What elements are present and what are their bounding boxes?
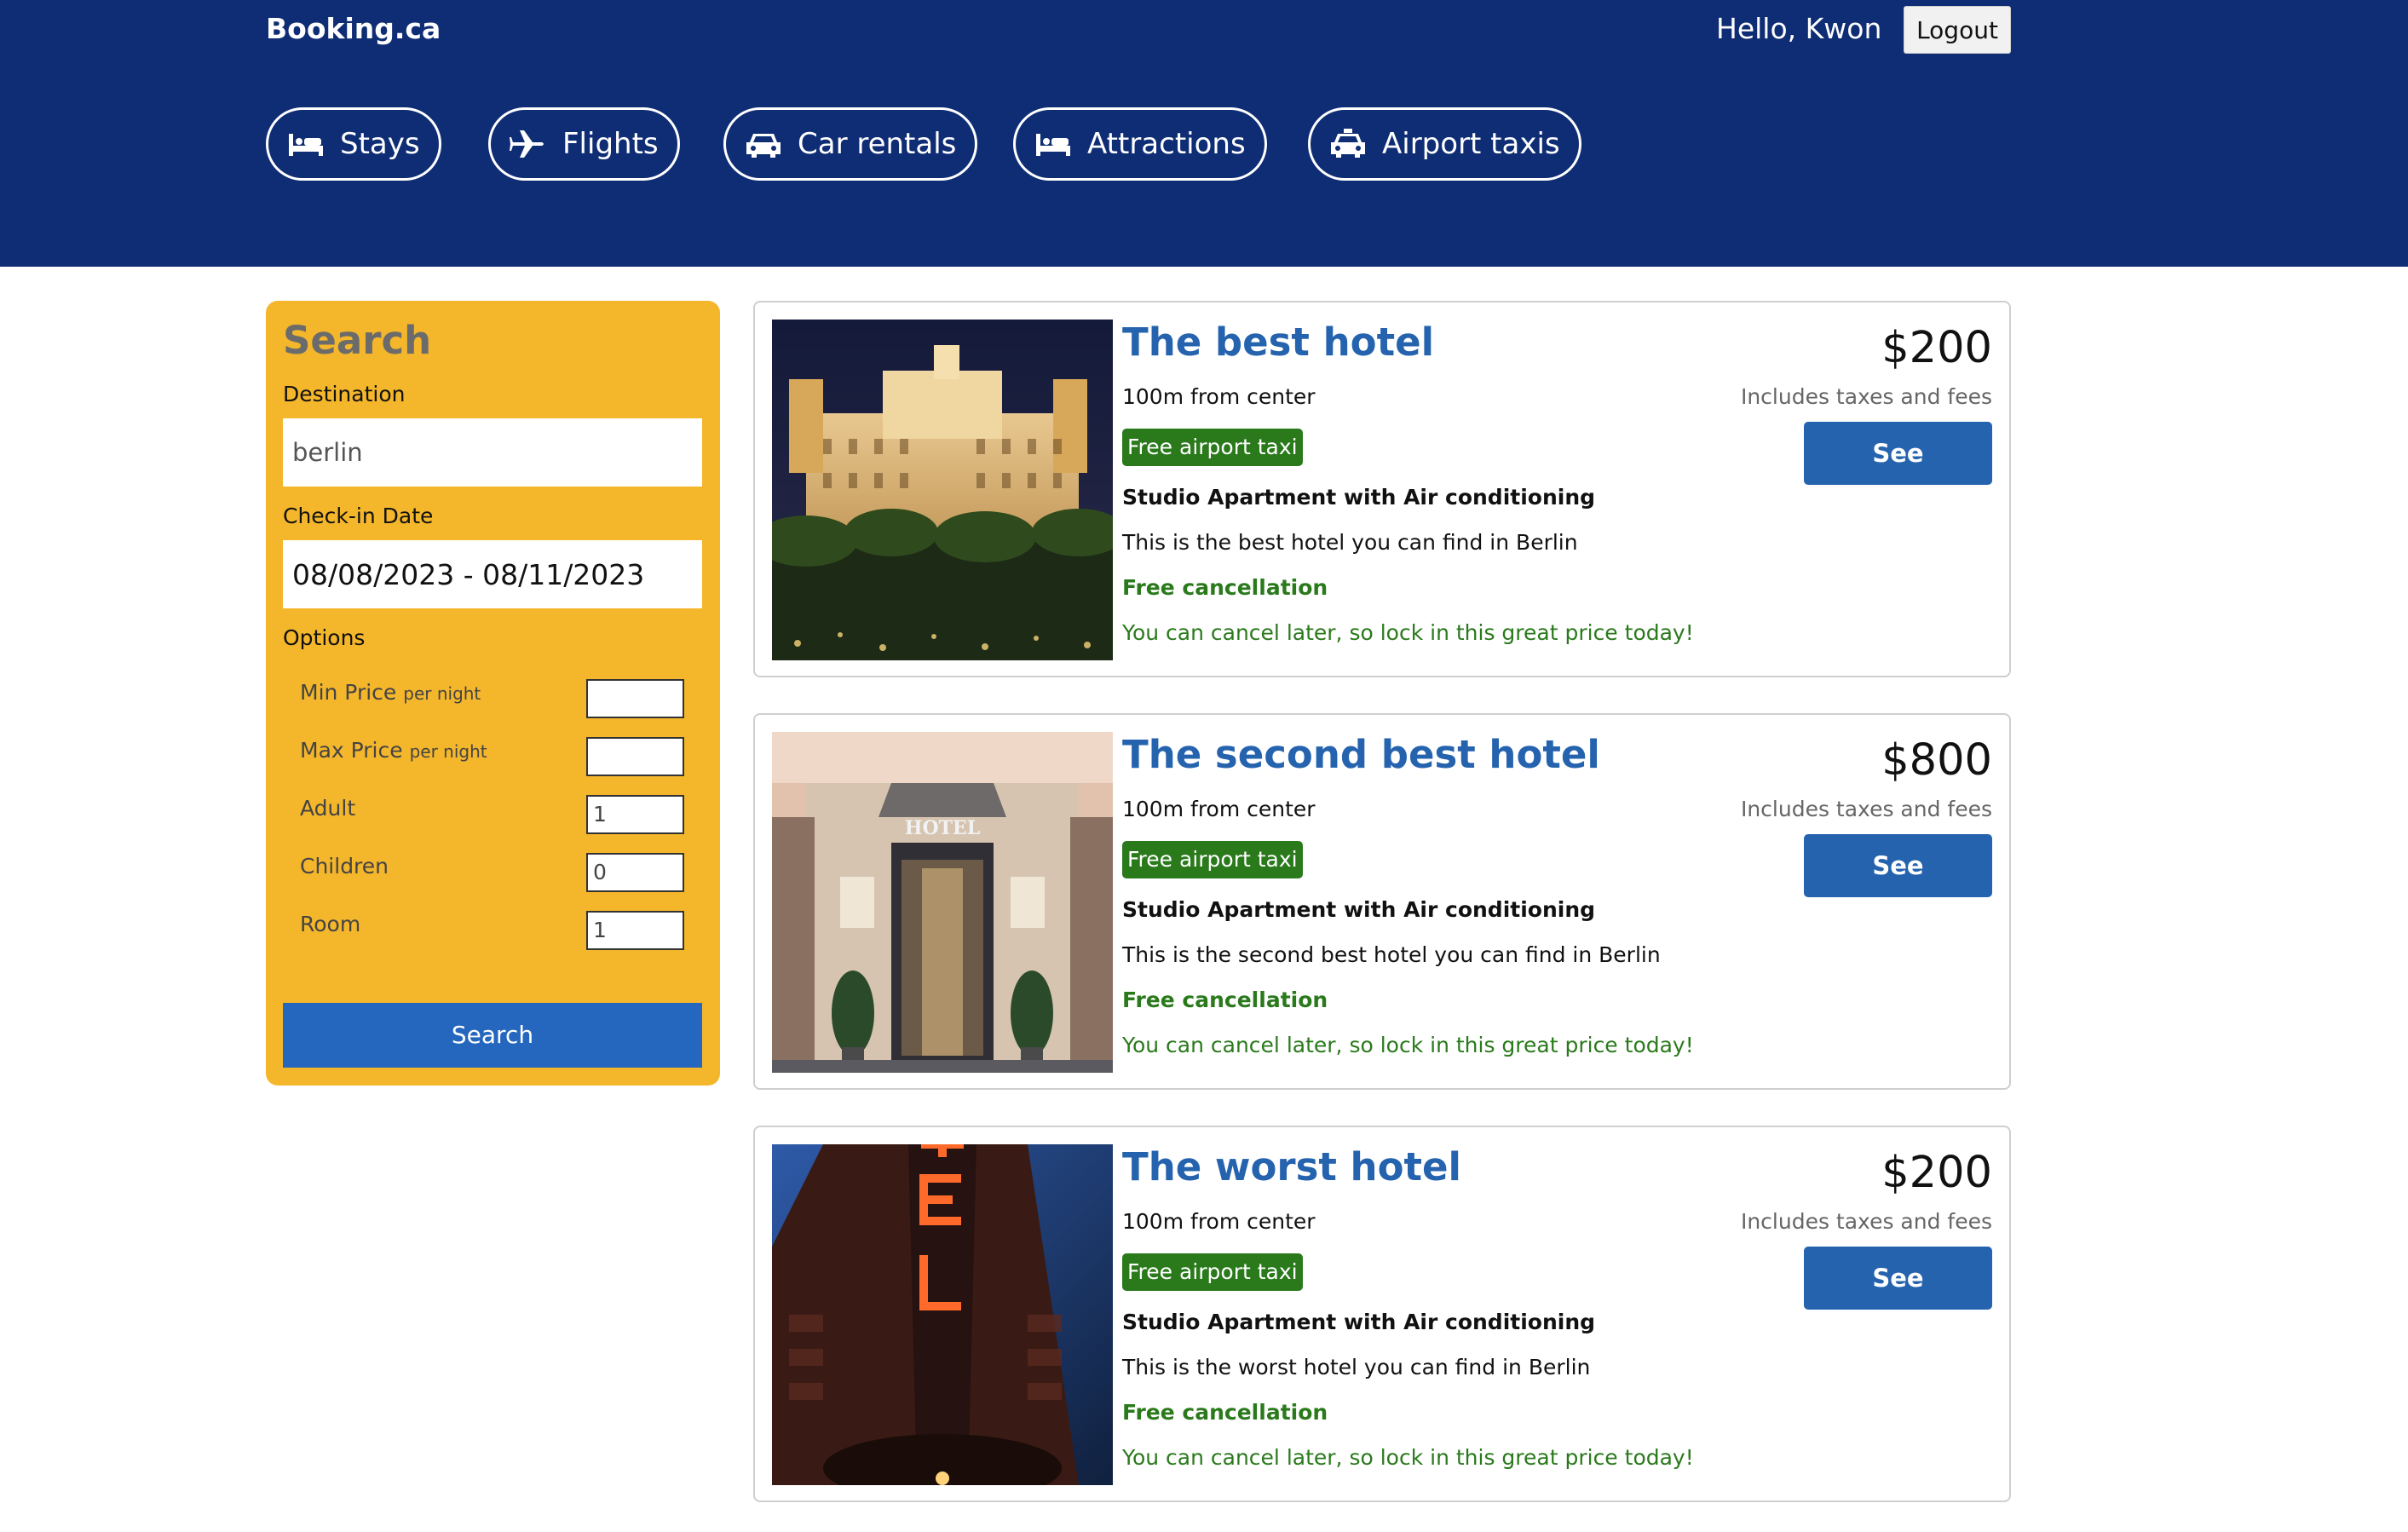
room-input[interactable]: 1 bbox=[586, 911, 684, 950]
taxes-note: Includes taxes and fees bbox=[1740, 797, 1992, 821]
hotel-sign-text: HOTEL bbox=[905, 817, 981, 839]
cancellation-note: You can cancel later, so lock in this gr… bbox=[1122, 620, 1694, 645]
bed-icon bbox=[289, 134, 323, 156]
per-night-label: per night bbox=[403, 683, 481, 704]
header-bar: Booking.ca Hello, Kwon Logout Stays Flig… bbox=[0, 0, 2408, 267]
room-type: Studio Apartment with Air conditioning bbox=[1122, 897, 1596, 922]
max-price-label: Max Price per night bbox=[300, 738, 487, 763]
taxi-icon bbox=[1331, 129, 1365, 158]
children-input[interactable]: 0 bbox=[586, 853, 684, 892]
min-price-label-text: Min Price bbox=[300, 680, 397, 705]
hotel-title[interactable]: The worst hotel bbox=[1122, 1144, 1461, 1189]
hotel-description: This is the worst hotel you can find in … bbox=[1122, 1355, 1591, 1379]
bed-icon bbox=[1036, 134, 1070, 156]
hotel-image[interactable]: HOTEL bbox=[772, 732, 1113, 1073]
see-availability-button[interactable]: See availability bbox=[1804, 834, 1992, 943]
hotel-card: The best hotel 100m from center Free air… bbox=[753, 301, 2011, 677]
plane-icon bbox=[510, 130, 544, 158]
hotel-title[interactable]: The second best hotel bbox=[1122, 732, 1600, 777]
user-greeting: Hello, Kwon bbox=[1716, 12, 1882, 45]
cancellation-note: You can cancel later, so lock in this gr… bbox=[1122, 1033, 1694, 1057]
car-icon bbox=[746, 134, 781, 158]
checkin-date-input[interactable]: 08/08/2023 - 08/11/2023 bbox=[283, 540, 702, 608]
nav-label: Stays bbox=[340, 127, 420, 161]
room-type: Studio Apartment with Air conditioning bbox=[1122, 485, 1596, 510]
destination-input[interactable]: berlin bbox=[283, 418, 702, 487]
search-panel-title: Search bbox=[283, 318, 432, 363]
hotel-distance: 100m from center bbox=[1122, 797, 1316, 821]
taxes-note: Includes taxes and fees bbox=[1740, 384, 1992, 409]
children-label: Children bbox=[300, 854, 389, 878]
nav-label: Flights bbox=[562, 127, 659, 161]
hotel-title[interactable]: The best hotel bbox=[1122, 320, 1434, 365]
search-panel: Search Destination berlin Check-in Date … bbox=[266, 301, 720, 1086]
hotel-description: This is the best hotel you can find in B… bbox=[1122, 530, 1578, 555]
adult-label: Adult bbox=[300, 796, 356, 821]
see-availability-button[interactable]: See availability bbox=[1804, 1247, 1992, 1356]
hotel-photo-palace bbox=[772, 320, 1113, 660]
max-price-input[interactable] bbox=[586, 737, 684, 776]
hotel-price: $200 bbox=[1881, 1148, 1992, 1198]
hotel-photo-entrance: HOTEL bbox=[772, 732, 1113, 1073]
cancellation-note: You can cancel later, so lock in this gr… bbox=[1122, 1445, 1694, 1470]
hotel-description: This is the second best hotel you can fi… bbox=[1122, 942, 1661, 967]
hotel-price: $800 bbox=[1881, 735, 1992, 786]
nav-flights[interactable]: Flights bbox=[488, 107, 680, 181]
logout-button[interactable]: Logout bbox=[1904, 6, 2011, 54]
site-logo[interactable]: Booking.ca bbox=[266, 12, 441, 45]
checkin-label: Check-in Date bbox=[283, 504, 434, 528]
search-button[interactable]: Search bbox=[283, 1003, 702, 1068]
nav-label: Car rentals bbox=[798, 127, 957, 161]
hotel-card: HOTEL The second best hotel 100m from ce… bbox=[753, 713, 2011, 1090]
hotel-image[interactable] bbox=[772, 320, 1113, 660]
taxi-badge: Free airport taxi bbox=[1122, 841, 1303, 878]
nav-label: Airport taxis bbox=[1382, 127, 1560, 161]
nav-label: Attractions bbox=[1087, 127, 1246, 161]
nav-stays[interactable]: Stays bbox=[266, 107, 441, 181]
taxi-badge: Free airport taxi bbox=[1122, 429, 1303, 466]
cancellation-label: Free cancellation bbox=[1122, 575, 1328, 600]
nav-airport-taxis[interactable]: Airport taxis bbox=[1308, 107, 1581, 181]
taxi-badge: Free airport taxi bbox=[1122, 1253, 1303, 1291]
per-night-label: per night bbox=[409, 741, 487, 762]
nav-attractions[interactable]: Attractions bbox=[1013, 107, 1267, 181]
hotel-price: $200 bbox=[1881, 323, 1992, 373]
cancellation-label: Free cancellation bbox=[1122, 1400, 1328, 1425]
room-type: Studio Apartment with Air conditioning bbox=[1122, 1310, 1596, 1334]
hotel-distance: 100m from center bbox=[1122, 1209, 1316, 1234]
hotel-card: The worst hotel 100m from center Free ai… bbox=[753, 1126, 2011, 1502]
min-price-label: Min Price per night bbox=[300, 680, 481, 705]
hotel-photo-neon-sign bbox=[772, 1144, 1113, 1485]
min-price-input[interactable] bbox=[586, 679, 684, 718]
destination-label: Destination bbox=[283, 382, 406, 406]
taxes-note: Includes taxes and fees bbox=[1740, 1209, 1992, 1234]
hotel-distance: 100m from center bbox=[1122, 384, 1316, 409]
max-price-label-text: Max Price bbox=[300, 738, 403, 763]
options-label: Options bbox=[283, 625, 366, 650]
hotel-image[interactable] bbox=[772, 1144, 1113, 1485]
cancellation-label: Free cancellation bbox=[1122, 988, 1328, 1012]
nav-car-rentals[interactable]: Car rentals bbox=[723, 107, 978, 181]
see-availability-button[interactable]: See availability bbox=[1804, 422, 1992, 531]
room-label: Room bbox=[300, 912, 361, 936]
adult-input[interactable]: 1 bbox=[586, 795, 684, 834]
